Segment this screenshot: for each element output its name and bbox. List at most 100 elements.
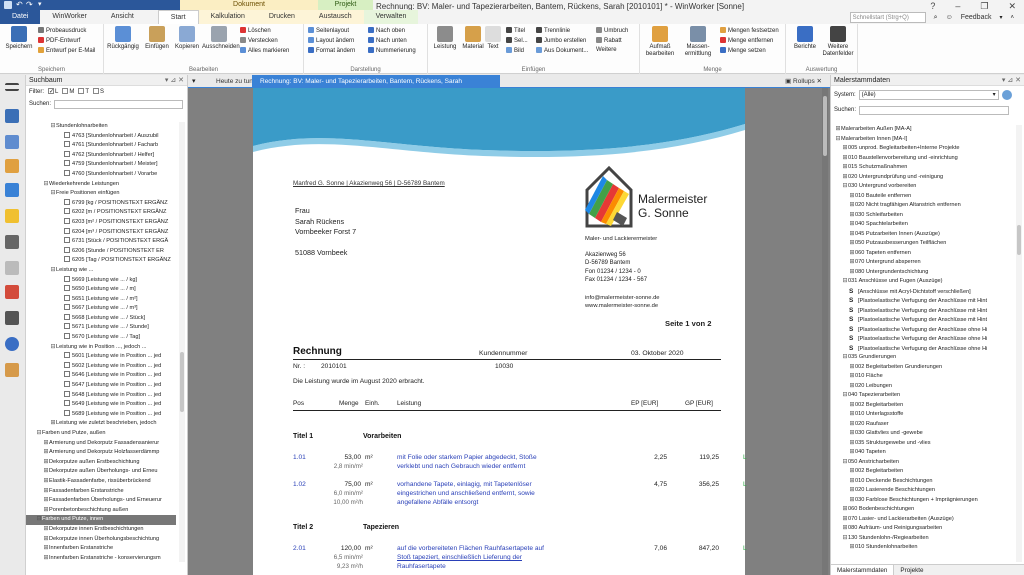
tab-kalkulation[interactable]: Kalkulation — [198, 10, 257, 24]
color-palette-icon[interactable] — [5, 285, 19, 299]
tree-row[interactable]: ⊟030 Untergrund vorbereiten — [833, 182, 1013, 192]
tree-row[interactable]: ⊟Farben und Putze, außen — [26, 429, 176, 439]
panel-pin-close[interactable]: ▾ ⊿ ✕ — [165, 75, 184, 86]
tree-scrollbar[interactable] — [179, 122, 185, 562]
jumbo-button[interactable]: Jumbo erstellen — [536, 37, 586, 45]
dropdown-icon[interactable]: ▾ — [999, 14, 1002, 21]
close-icon[interactable]: ✕ — [817, 78, 822, 85]
tree-row[interactable]: 5669 [Leistung wie ... / kg] — [26, 275, 176, 286]
tree-row[interactable]: 5668 [Leistung wie ... / Stück] — [26, 313, 176, 324]
redo-icon[interactable]: ↷ — [26, 0, 33, 9]
tree-row[interactable]: ⊞010 Deckende Beschichtungen — [833, 477, 1013, 487]
tree-row[interactable]: ⊞Malerarbeiten Außen [MA-A] — [833, 125, 1013, 135]
tree-row[interactable]: ⊞030 Glattvlies und -gewebe — [833, 429, 1013, 439]
position-number[interactable]: 1.02 — [293, 481, 306, 488]
tree-row[interactable]: ⊞070 Untergrund absperren — [833, 258, 1013, 268]
tree-row[interactable]: ⊞040 Spachtelarbeiten — [833, 220, 1013, 230]
feedback-button[interactable]: Feedback — [961, 14, 992, 21]
tree-scrollbar[interactable] — [1016, 125, 1022, 562]
scrollbar-thumb[interactable] — [180, 352, 184, 412]
tree-row[interactable]: ⊞045 Putzarbeiten Innen (Auszüge) — [833, 230, 1013, 240]
tree-row[interactable]: ⊞070 Lasier- und Lackierarbeiten (Auszüg… — [833, 515, 1013, 525]
fix-quantities-button[interactable]: Mengen festsetzen — [720, 27, 779, 35]
tree-row[interactable]: ⊞080 Untergrundentschichtung — [833, 268, 1013, 278]
tree-row[interactable]: ⊞030 Schleifarbeiten — [833, 211, 1013, 221]
tab-datei[interactable]: Datei — [0, 10, 41, 24]
tree-row[interactable]: 5602 [Leistung wie in Position ... jed — [26, 361, 176, 372]
tree-row[interactable]: ⊞002 Begleitarbeiten — [833, 467, 1013, 477]
page-layout-button[interactable]: Seitenlayout — [308, 27, 349, 35]
tree-row[interactable]: ⊞002 Begleitarbeiten — [833, 401, 1013, 411]
tree-row[interactable]: ⊞Dekorputze außen Überholungs- und Erneu — [26, 467, 176, 477]
gear-icon[interactable] — [5, 337, 19, 351]
people-icon[interactable] — [5, 159, 19, 173]
set-quantity-button[interactable]: Menge setzen — [720, 47, 766, 55]
paste-button[interactable]: Einfügen — [140, 26, 174, 51]
chevron-up-icon[interactable]: ˄ — [1010, 15, 1014, 21]
tree-row[interactable]: 6206 [Stunde / POSITIONSTEXT ER — [26, 246, 176, 257]
more-button[interactable]: Weitere — [596, 47, 617, 54]
entwurf-email-button[interactable]: Entwurf per E-Mail — [38, 47, 95, 55]
scrollbar-thumb[interactable] — [1017, 225, 1021, 255]
panel-pin-close[interactable]: ▾ ⊿ ✕ — [1002, 75, 1021, 86]
system-select[interactable]: (Alle) — [858, 90, 999, 100]
invoice-page[interactable]: Manfred G. Sonne | Akazienweg 56 | D-567… — [253, 88, 747, 575]
tree-row[interactable]: ⊞010 Stundenlohnarbeiten — [833, 543, 1013, 553]
undo-button[interactable]: Rückgängig — [106, 26, 140, 51]
contacts-icon[interactable] — [5, 109, 19, 123]
tree-row[interactable]: 6799 [kg / POSITIONSTEXT ERGÄNZ — [26, 198, 176, 209]
tree-row[interactable]: ⊞Porenbetonbeschichtung außen — [26, 506, 176, 516]
dropdown-icon[interactable]: ▾ — [192, 77, 196, 85]
tree-row[interactable]: 6731 [Stück / POSITIONSTEXT ERGÄ — [26, 237, 176, 247]
save-icon[interactable] — [4, 1, 12, 9]
tree-row[interactable]: ⊟130 Stundenlohn-/Regiearbeiten — [833, 534, 1013, 544]
remove-quantity-button[interactable]: Menge entfernen — [720, 37, 773, 45]
tree-row[interactable]: ⊞010 Fläche — [833, 372, 1013, 382]
tree-row[interactable]: ⊞Elastik-Fassadenfarbe, rissüberbrückend — [26, 477, 176, 487]
tree-row[interactable]: 6202 [m / POSITIONSTEXT ERGÄNZ — [26, 208, 176, 218]
change-format-button[interactable]: Format ändern — [308, 47, 355, 55]
numbering-button[interactable]: Nummerierung — [368, 47, 416, 55]
page-break-button[interactable]: Umbruch — [596, 27, 628, 35]
scrollbar-thumb[interactable] — [823, 96, 827, 156]
from-document-button[interactable]: Aus Dokument... — [536, 47, 588, 55]
tree-row[interactable]: ⊞020 Untergrundprüfung und -reinigung — [833, 173, 1013, 183]
tree-row[interactable]: ⊞010 Baustellenvorbereitung und -einrich… — [833, 154, 1013, 164]
tree-row[interactable]: ⊞Dekorputze innen Überholungsbeschichtun… — [26, 535, 176, 545]
discount-button[interactable]: Rabatt — [596, 37, 622, 45]
tree-row[interactable]: ⊞Armierung und Dekorputz Fassadensanieru… — [26, 439, 176, 449]
probeausdruck-button[interactable]: Probeausdruck — [38, 27, 86, 35]
position-description[interactable]: auf die vorbereiteten Flächen Rauhfasert… — [397, 544, 585, 572]
tree-row[interactable]: 4762 [Stundenlohnarbeit / Helfer] — [26, 150, 176, 161]
hide-button[interactable]: Verstecken — [240, 37, 278, 45]
tree-row[interactable]: ⊟Wiederkehrende Leistungen — [26, 180, 176, 190]
filter-m-checkbox[interactable]: M — [62, 86, 74, 98]
reports-button[interactable]: Berichte — [788, 26, 822, 51]
tree-row[interactable]: S [Plastoelastische Verfugung der Anschlü… — [833, 334, 1013, 344]
tree-row[interactable]: ⊞040 Tapeten — [833, 448, 1013, 458]
tree-row[interactable]: ⊞035 Strukturgewebe und -vlies — [833, 439, 1013, 449]
rollups-button[interactable]: ▣ Rollups ✕ — [785, 75, 822, 88]
tree-row[interactable]: 5671 [Leistung wie ... / Stunde] — [26, 323, 176, 333]
tree-row[interactable]: ⊞030 Farblose Beschichtungen + Imprägnie… — [833, 496, 1013, 506]
undo-icon[interactable]: ↶ — [16, 0, 23, 9]
more-fields-button[interactable]: Weitere Datenfelder — [820, 26, 856, 58]
position-description[interactable]: mit Folie oder starkem Papier abgedeckt,… — [397, 453, 585, 471]
paper-icon[interactable] — [5, 261, 19, 275]
tree-row[interactable]: ⊞005 unprod. Begleitarbeiten+Interne Pro… — [833, 144, 1013, 154]
tree-row[interactable]: ⊟Malerarbeiten Innen [MA-I] — [833, 135, 1013, 145]
hamburger-icon[interactable] — [5, 83, 19, 91]
save-button[interactable]: Speichern — [2, 26, 36, 51]
tree-row[interactable]: ⊟Leistung wie ... — [26, 266, 176, 276]
tree-row[interactable]: 5648 [Leistung wie in Position ... jed — [26, 390, 176, 401]
tree-row[interactable]: ⊞Armierung und Dekorputz Holzfasserdämmp — [26, 448, 176, 458]
position-number[interactable]: 1.01 — [293, 454, 306, 461]
tree-row[interactable]: 6203 [m² / POSITIONSTEXT ERGÄNZ — [26, 217, 176, 228]
change-layout-button[interactable]: Layout ändern — [308, 37, 354, 45]
tree-row[interactable]: ⊞Fassadenfarben Erstanstriche — [26, 487, 176, 497]
calendar-icon[interactable] — [5, 135, 19, 149]
tree-row[interactable]: ⊞015 Schutzmaßnahmen — [833, 163, 1013, 173]
search-icon[interactable]: ⌕ — [934, 14, 938, 22]
tab-verwalten[interactable]: Verwalten — [363, 10, 419, 24]
tree-row[interactable]: 5667 [Leistung wie ... / m³] — [26, 304, 176, 314]
